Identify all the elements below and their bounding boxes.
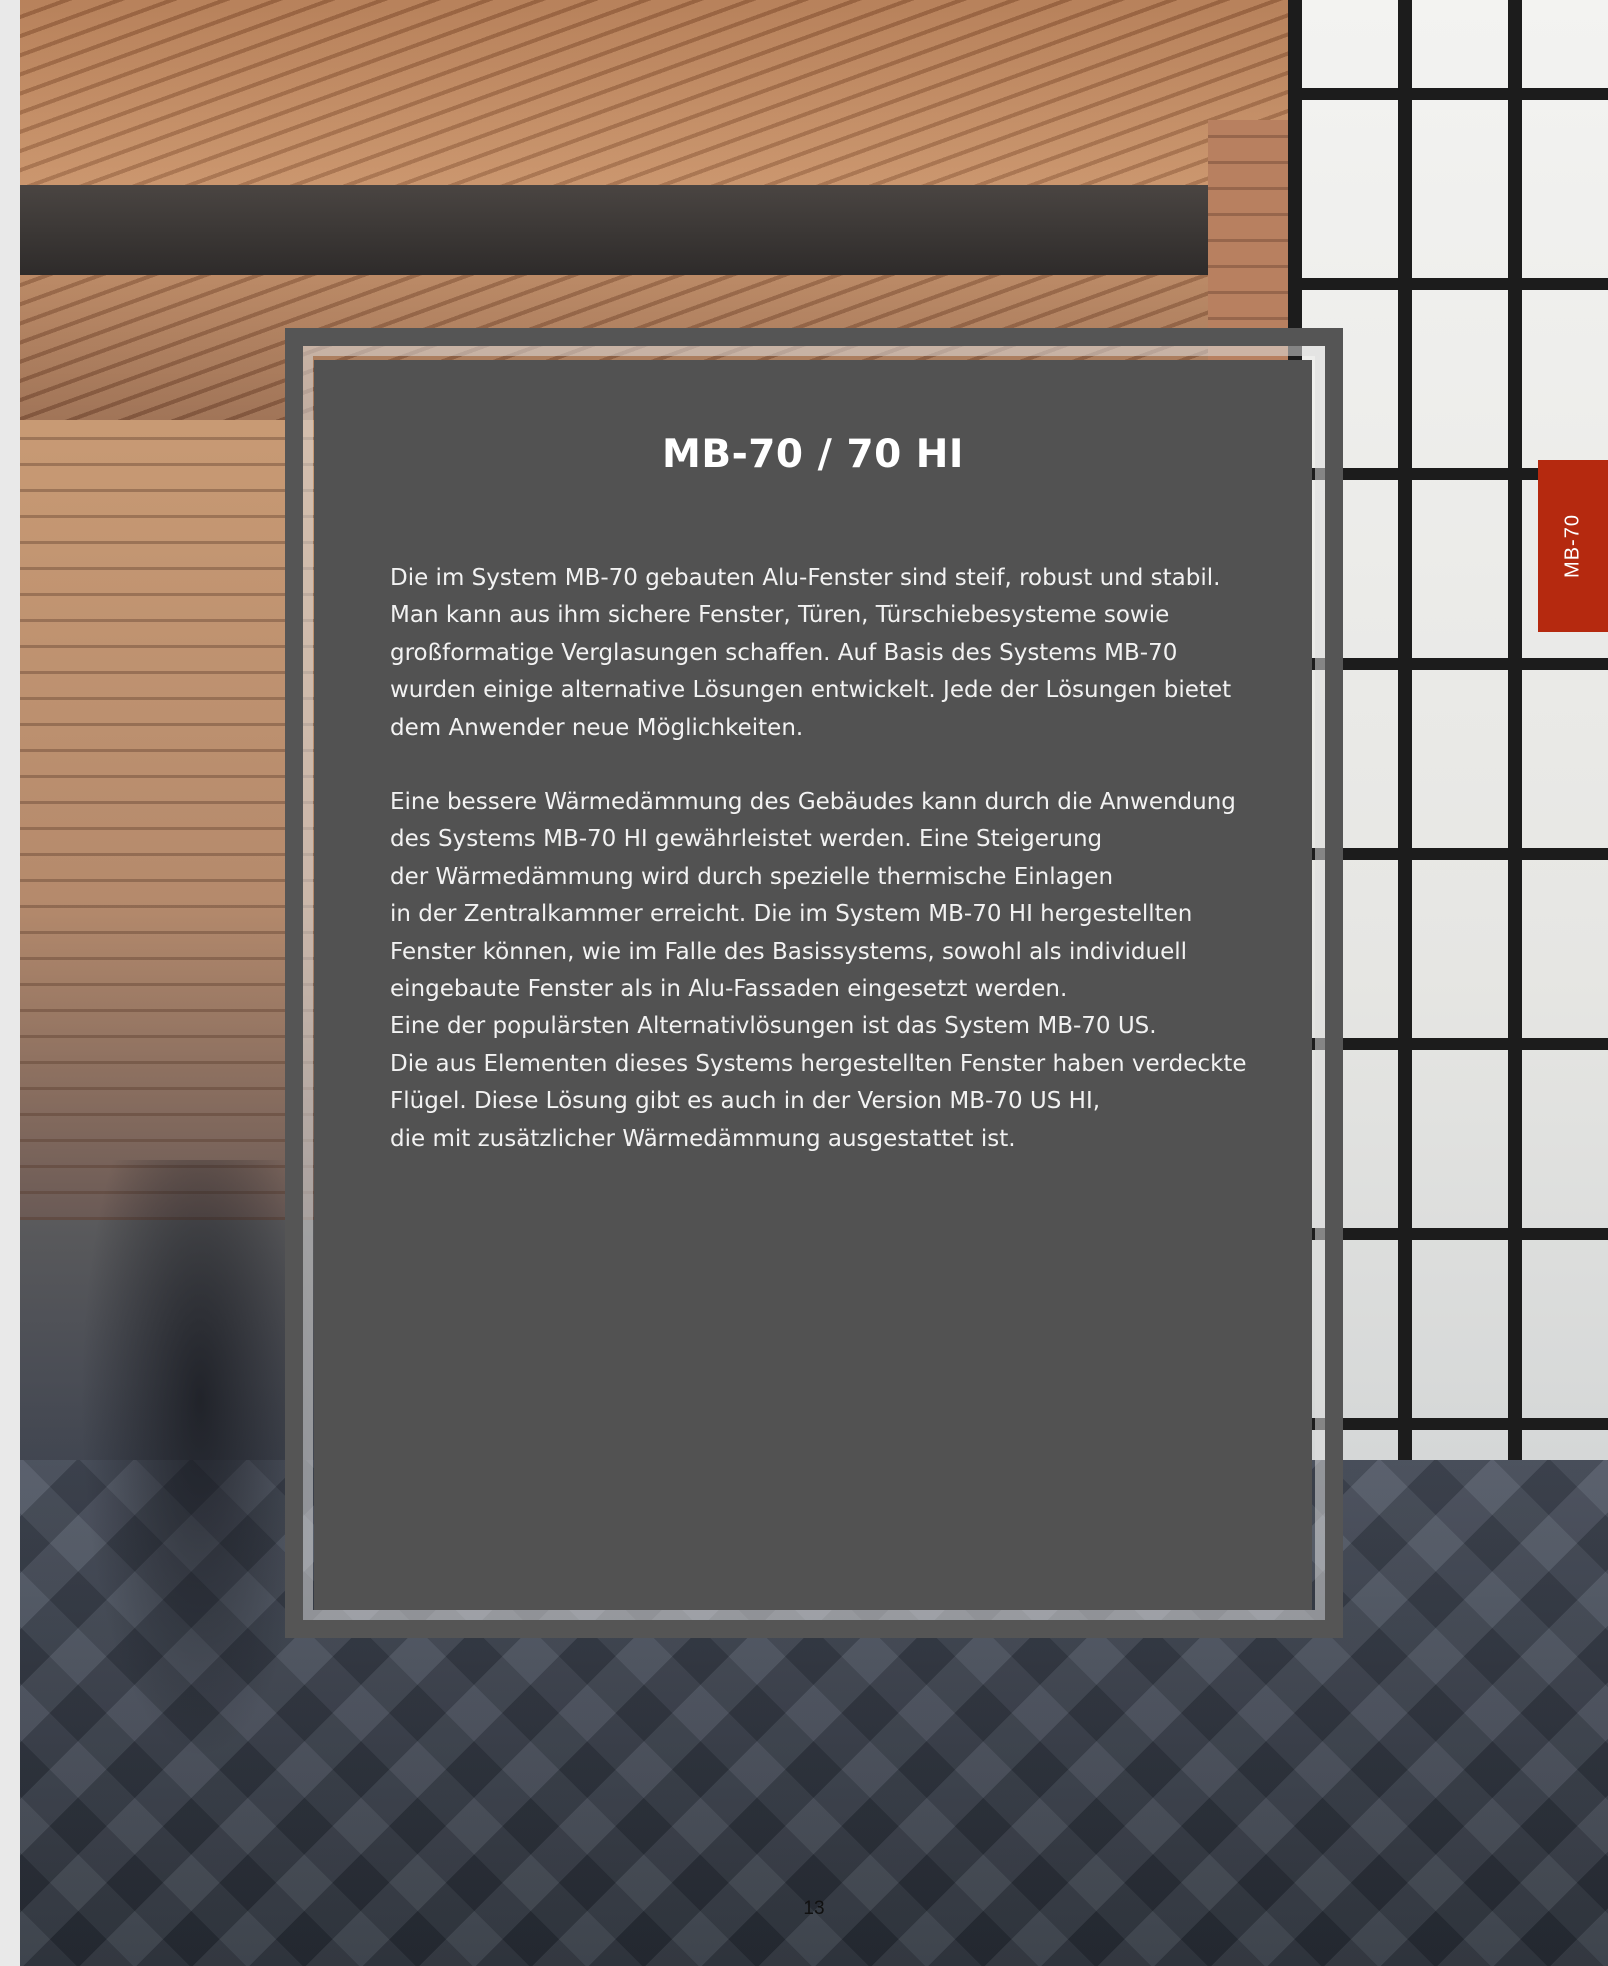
paragraph-line: dem Anwender neue Möglichkeiten. xyxy=(390,714,804,741)
paragraph-line: in der Zentralkammer erreicht. Die im Sy… xyxy=(390,901,1193,928)
panel-body: Die im System MB-70 gebauten Alu-Fenster… xyxy=(390,560,1270,1158)
paragraph-line: Man kann aus ihm sichere Fenster, Türen,… xyxy=(390,602,1170,629)
paragraph-line: wurden einige alternative Lösungen entwi… xyxy=(390,677,1232,704)
page-title: MB-70 / 70 HI xyxy=(662,432,964,477)
paragraph-line: Fenster können, wie im Falle des Basissy… xyxy=(390,938,1188,965)
paragraph-line: Eine bessere Wärmedämmung des Gebäudes k… xyxy=(390,789,1236,816)
background-chairs xyxy=(80,1160,320,1760)
paragraph-line: Eine der populärsten Alternativlösungen … xyxy=(390,1013,1157,1040)
page-number: 13 xyxy=(803,1898,825,1919)
paragraph-line: großformatige Verglasungen schaffen. Auf… xyxy=(390,639,1178,666)
section-tab-label: MB-70 xyxy=(1561,514,1584,578)
paragraph-line: eingebaute Fenster als in Alu-Fassaden e… xyxy=(390,976,1068,1003)
background-beam xyxy=(20,185,1340,275)
paragraph-line: des Systems MB-70 HI gewährleistet werde… xyxy=(390,826,1103,853)
page: MB-70 / 70 HI Die im System MB-70 gebaut… xyxy=(20,0,1608,1966)
paragraph-line: die mit zusätzlicher Wärmedämmung ausges… xyxy=(390,1125,1016,1152)
paragraph-line: Flügel. Diese Lösung gibt es auch in der… xyxy=(390,1088,1101,1115)
paragraph-2: Eine bessere Wärmedämmung des Gebäudes k… xyxy=(390,784,1270,1158)
paragraph-line: Die aus Elementen dieses Systems hergest… xyxy=(390,1050,1247,1077)
paragraph-line: der Wärmedämmung wird durch spezielle th… xyxy=(390,863,1114,890)
paragraph-1: Die im System MB-70 gebauten Alu-Fenster… xyxy=(390,560,1270,747)
background-brick-wall xyxy=(20,420,320,1220)
paragraph-line: Die im System MB-70 gebauten Alu-Fenster… xyxy=(390,565,1221,591)
text-panel: MB-70 / 70 HI Die im System MB-70 gebaut… xyxy=(314,360,1312,1610)
section-tab: MB-70 xyxy=(1538,460,1608,632)
